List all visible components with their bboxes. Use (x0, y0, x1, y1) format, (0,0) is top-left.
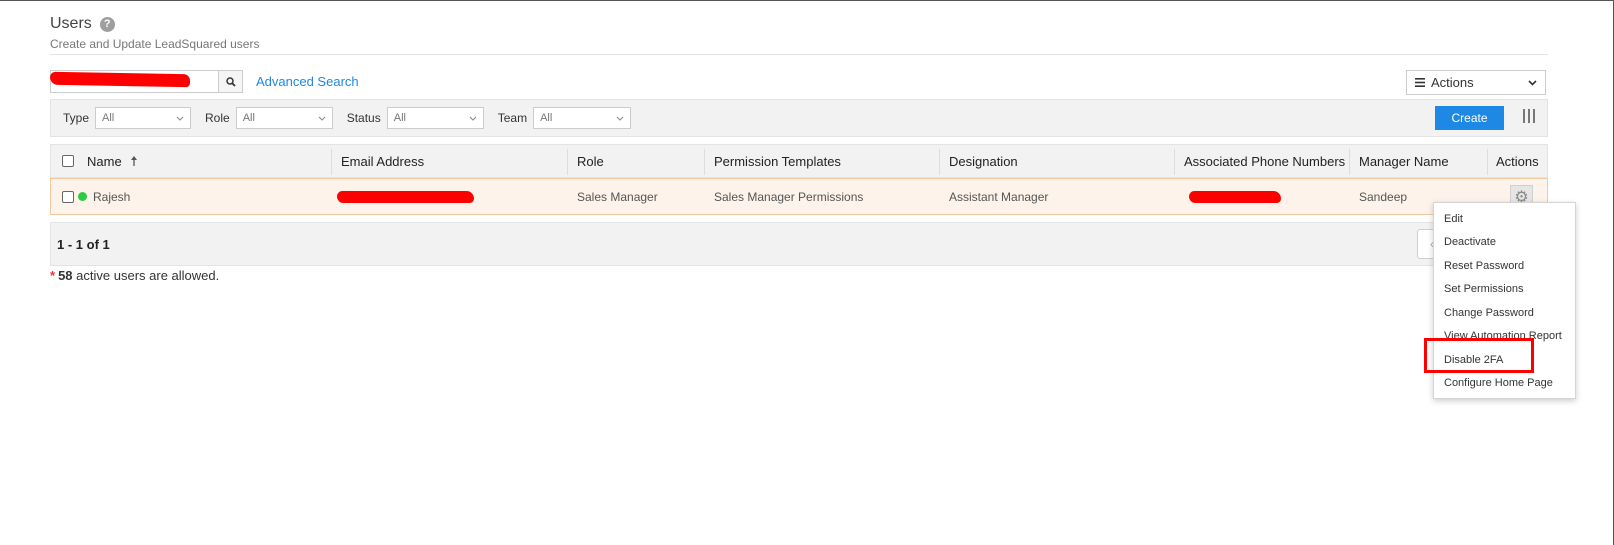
column-header-email[interactable]: Email Address (341, 145, 424, 177)
search-icon (225, 76, 236, 87)
column-header-name[interactable]: Name (87, 145, 138, 177)
filter-team-value: All (540, 112, 553, 124)
filter-type-select[interactable]: All (95, 107, 192, 129)
user-limit-count: 58 (58, 268, 73, 283)
actions-dropdown-label: Actions (1431, 75, 1474, 90)
column-header-role[interactable]: Role (577, 145, 604, 177)
pagination-summary: 1 - 1 of 1 (57, 236, 110, 252)
annotation-highlight-box (1424, 338, 1534, 373)
chevron-down-icon (616, 116, 624, 121)
menu-item-reset-password[interactable]: Reset Password (1434, 254, 1575, 278)
search-button[interactable] (218, 70, 243, 93)
filter-status-label: Status (346, 111, 381, 125)
column-header-manager[interactable]: Manager Name (1359, 145, 1449, 177)
user-permission-template: Sales Manager Permissions (714, 189, 864, 204)
redacted-phone (1189, 191, 1281, 203)
redacted-search-text (49, 71, 191, 88)
pagination-bar: 1 - 1 of 1 ‹ (50, 222, 1548, 266)
user-limit-note: * 58 active users are allowed. (50, 268, 219, 283)
create-button[interactable]: Create (1435, 106, 1504, 130)
page-subtitle: Create and Update LeadSquared users (50, 37, 260, 51)
menu-item-change-password[interactable]: Change Password (1434, 301, 1575, 325)
table-row[interactable]: Rajesh Sales Manager Sales Manager Permi… (50, 178, 1548, 215)
page-title: Users (50, 15, 92, 32)
user-designation: Assistant Manager (949, 189, 1049, 204)
chevron-down-icon (1528, 79, 1537, 86)
user-name-link[interactable]: Rajesh (93, 179, 130, 214)
filter-role-value: All (242, 112, 255, 124)
column-name-label: Name (87, 153, 122, 169)
active-status-dot (78, 192, 87, 201)
chevron-down-icon (469, 116, 477, 121)
columns-icon[interactable] (1523, 109, 1537, 125)
user-manager: Sandeep (1359, 189, 1408, 204)
filter-team-select[interactable]: All (533, 107, 632, 129)
sort-up-icon (130, 156, 137, 166)
menu-icon (1415, 78, 1425, 87)
column-header-designation[interactable]: Designation (949, 145, 1018, 177)
row-checkbox[interactable] (62, 190, 74, 203)
chevron-down-icon (176, 116, 184, 121)
actions-dropdown[interactable]: Actions (1406, 70, 1546, 95)
user-role: Sales Manager (577, 189, 658, 204)
page-header: Users ? Create and Update LeadSquared us… (50, 15, 1548, 55)
required-star: * (50, 268, 56, 283)
menu-item-set-permissions[interactable]: Set Permissions (1434, 278, 1575, 302)
advanced-search-link[interactable]: Advanced Search (256, 74, 359, 89)
menu-item-deactivate[interactable]: Deactivate (1434, 231, 1575, 255)
filter-type-label: Type (63, 111, 90, 125)
column-header-phone[interactable]: Associated Phone Numbers (1184, 145, 1345, 177)
table-header: Name Email Address Role Permission Templ… (50, 144, 1548, 178)
help-icon[interactable]: ? (99, 16, 115, 32)
column-header-permission-templates[interactable]: Permission Templates (714, 145, 841, 177)
redacted-email (337, 191, 474, 203)
filter-role-label: Role (205, 111, 230, 125)
filter-team-label: Team (497, 111, 528, 125)
filter-bar: Type All Role All Status All Team All Cr… (50, 99, 1548, 137)
column-header-actions: Actions (1496, 153, 1539, 169)
chevron-down-icon (318, 116, 326, 121)
filter-role-select[interactable]: All (235, 107, 333, 129)
user-limit-text: active users are allowed. (76, 268, 220, 283)
select-all-checkbox[interactable] (62, 155, 74, 167)
filter-type-value: All (102, 112, 115, 124)
filter-status-value: All (393, 112, 406, 124)
filter-status-select[interactable]: All (386, 107, 484, 129)
menu-item-edit[interactable]: Edit (1434, 207, 1575, 231)
menu-item-configure-home-page[interactable]: Configure Home Page (1434, 372, 1575, 396)
